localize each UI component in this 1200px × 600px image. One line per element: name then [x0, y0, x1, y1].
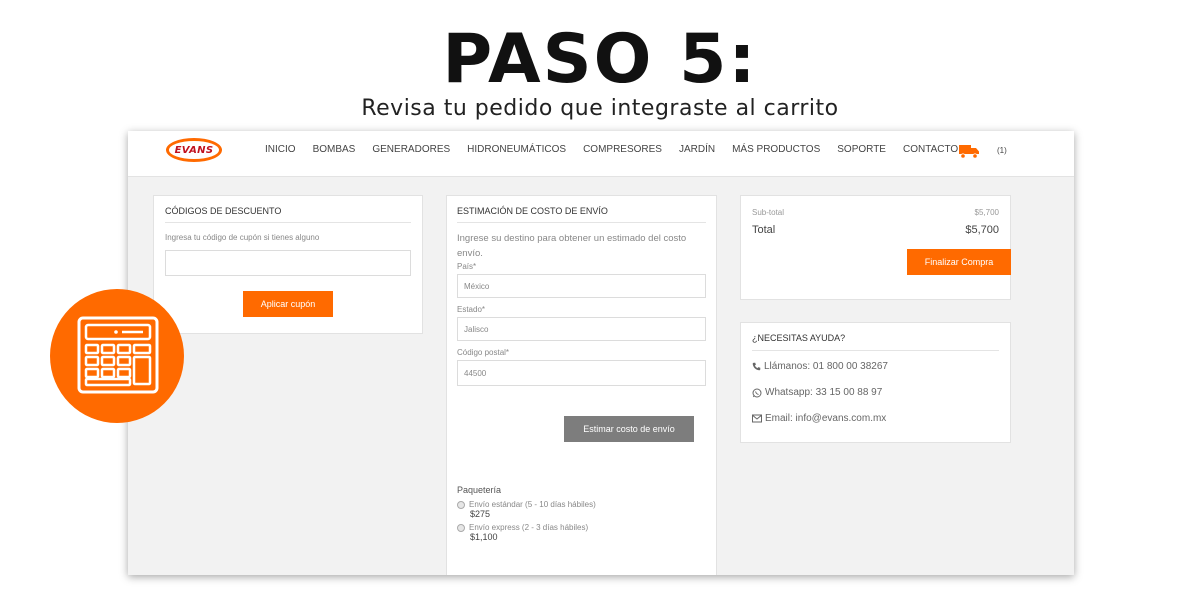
nav-item-compresores[interactable]: COMPRESORES [583, 144, 662, 155]
evans-logo[interactable]: EVANS [166, 138, 222, 162]
nav-item-inicio[interactable]: INICIO [265, 144, 296, 155]
country-field[interactable]: México [457, 274, 706, 298]
total-label: Total [752, 224, 776, 236]
phone-line[interactable]: Llámanos: 01 800 00 38267 [752, 361, 999, 372]
logo-text: EVANS [174, 144, 214, 156]
nav-item-bombas[interactable]: BOMBAS [313, 144, 356, 155]
radio-button[interactable] [457, 500, 465, 509]
shipping-option-express[interactable]: Envío express (2 - 3 días hábiles) [457, 523, 706, 532]
email-text: Email: info@evans.com.mx [765, 413, 887, 424]
state-label: Estado* [457, 305, 486, 314]
radio-button[interactable] [457, 523, 465, 532]
cart-count[interactable]: (1) [997, 146, 1007, 155]
truck-icon[interactable] [958, 143, 980, 159]
zip-label: Código postal* [457, 348, 510, 357]
cart-screenshot: EVANS INICIO BOMBAS GENERADORES HIDRONEU… [128, 131, 1074, 575]
shipping-title: ESTIMACIÓN DE COSTO DE ENVÍO [457, 206, 706, 223]
nav-item-jardin[interactable]: JARDÍN [679, 144, 715, 155]
discount-card: CÓDIGOS DE DESCUENTO Ingresa tu código d… [153, 195, 423, 334]
shipping-option-label: Envío express (2 - 3 días hábiles) [469, 523, 589, 532]
total-row: Total $5,700 [752, 224, 999, 236]
shipping-description: Ingrese su destino para obtener un estim… [457, 233, 687, 259]
nav-item-soporte[interactable]: SOPORTE [837, 144, 886, 155]
nav-item-mas-productos[interactable]: MÁS PRODUCTOS [732, 144, 820, 155]
email-line[interactable]: Email: info@evans.com.mx [752, 413, 999, 424]
nav-item-contacto[interactable]: CONTACTO [903, 144, 958, 155]
calculator-icon [77, 316, 159, 394]
state-field[interactable]: Jalisco [457, 317, 706, 341]
step-subtitle: Revisa tu pedido que integraste al carri… [361, 96, 839, 121]
nav-item-hidroneumaticos[interactable]: HIDRONEUMÁTICOS [467, 144, 566, 155]
shipping-estimate-card: ESTIMACIÓN DE COSTO DE ENVÍO Ingrese su … [446, 195, 717, 575]
calculator-badge [50, 289, 184, 423]
shipping-option-standard[interactable]: Envío estándar (5 - 10 días hábiles) [457, 500, 706, 509]
subtotal-row: Sub-total $5,700 [752, 208, 999, 217]
estimate-shipping-button[interactable]: Estimar costo de envío [564, 416, 694, 442]
phone-icon [752, 362, 761, 371]
help-title: ¿NECESITAS AYUDA? [752, 333, 999, 351]
shipping-option-price: $275 [470, 509, 491, 519]
main-menu: INICIO BOMBAS GENERADORES HIDRONEUMÁTICO… [265, 144, 958, 155]
subtotal-value: $5,700 [974, 208, 999, 217]
apply-coupon-button[interactable]: Aplicar cupón [243, 291, 333, 317]
whatsapp-text: Whatsapp: 33 15 00 88 97 [765, 387, 883, 398]
nav-item-generadores[interactable]: GENERADORES [372, 144, 450, 155]
zip-field[interactable]: 44500 [457, 360, 706, 386]
subtotal-label: Sub-total [752, 208, 785, 217]
country-label: País* [457, 262, 477, 271]
whatsapp-icon [752, 388, 762, 397]
envelope-icon [752, 414, 762, 423]
tutorial-slide: PASO 5: Revisa tu pedido que integraste … [0, 0, 1200, 600]
top-navbar: EVANS INICIO BOMBAS GENERADORES HIDRONEU… [128, 131, 1074, 177]
shipping-option-price: $1,100 [470, 532, 498, 542]
coupon-input[interactable] [165, 250, 411, 276]
phone-text: Llámanos: 01 800 00 38267 [764, 361, 888, 372]
whatsapp-line[interactable]: Whatsapp: 33 15 00 88 97 [752, 387, 999, 398]
checkout-button[interactable]: Finalizar Compra [907, 249, 1011, 275]
total-value: $5,700 [965, 224, 999, 236]
coupon-hint: Ingresa tu código de cupón si tienes alg… [165, 233, 320, 242]
discount-title: CÓDIGOS DE DESCUENTO [165, 206, 411, 223]
shipping-option-label: Envío estándar (5 - 10 días hábiles) [469, 500, 596, 509]
help-card: ¿NECESITAS AYUDA? Llámanos: 01 800 00 38… [740, 322, 1011, 443]
step-title: PASO 5: [442, 20, 758, 99]
order-summary-card: Sub-total $5,700 Total $5,700 Finalizar … [740, 195, 1011, 300]
carrier-label: Paquetería [457, 485, 502, 495]
